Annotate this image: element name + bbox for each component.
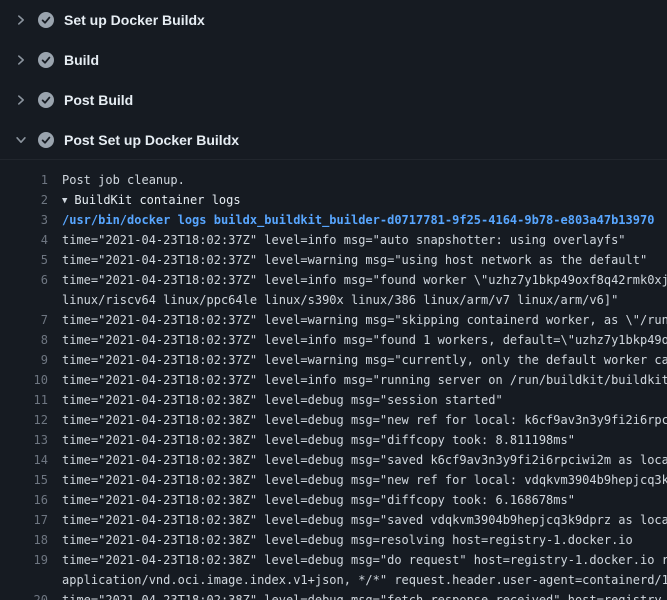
log-line-text: time="2021-04-23T18:02:38Z" level=debug …: [48, 510, 667, 530]
log-line-number[interactable]: 12: [0, 410, 48, 430]
log-line-number[interactable]: 13: [0, 430, 48, 450]
log-line-command: 3/usr/bin/docker logs buildx_buildkit_bu…: [0, 210, 667, 230]
log-line-number[interactable]: 1: [0, 170, 48, 190]
step-header-build[interactable]: Build: [0, 40, 667, 80]
group-title[interactable]: BuildKit container logs: [74, 193, 240, 207]
log-line-text: time="2021-04-23T18:02:38Z" level=debug …: [48, 530, 633, 550]
log-line: 14time="2021-04-23T18:02:38Z" level=debu…: [0, 450, 667, 470]
log-line-number[interactable]: 19: [0, 550, 48, 570]
log-line-text: time="2021-04-23T18:02:38Z" level=debug …: [48, 490, 575, 510]
log-line-text: time="2021-04-23T18:02:38Z" level=debug …: [48, 550, 667, 570]
log-line-number[interactable]: 16: [0, 490, 48, 510]
log-line-number[interactable]: 8: [0, 330, 48, 350]
log-line-number[interactable]: 15: [0, 470, 48, 490]
log-line-text: time="2021-04-23T18:02:37Z" level=info m…: [48, 370, 667, 390]
log-line-text: application/vnd.oci.image.index.v1+json,…: [48, 570, 667, 590]
log-line-number[interactable]: 17: [0, 510, 48, 530]
log-line-text: time="2021-04-23T18:02:37Z" level=info m…: [48, 270, 667, 290]
log-line: 20time="2021-04-23T18:02:38Z" level=debu…: [0, 590, 667, 600]
check-circle-icon: [38, 132, 54, 148]
step-label: Build: [64, 52, 99, 68]
check-circle-icon: [38, 92, 54, 108]
step-label: Post Set up Docker Buildx: [64, 132, 239, 148]
step-header-setup-docker-buildx[interactable]: Set up Docker Buildx: [0, 0, 667, 40]
log-line: 7time="2021-04-23T18:02:37Z" level=warni…: [0, 310, 667, 330]
log-line-continuation: linux/riscv64 linux/ppc64le linux/s390x …: [0, 290, 667, 310]
log-line-number: [0, 290, 48, 310]
log-line-number[interactable]: 9: [0, 350, 48, 370]
log-line-text: linux/riscv64 linux/ppc64le linux/s390x …: [48, 290, 618, 310]
step-header-post-setup-docker-buildx[interactable]: Post Set up Docker Buildx: [0, 120, 667, 160]
log-line: 6time="2021-04-23T18:02:37Z" level=info …: [0, 270, 667, 290]
log-line-text: time="2021-04-23T18:02:37Z" level=warnin…: [48, 350, 667, 370]
log-line-text: time="2021-04-23T18:02:38Z" level=debug …: [48, 410, 667, 430]
log-line-text: time="2021-04-23T18:02:37Z" level=info m…: [48, 230, 626, 250]
step-label: Set up Docker Buildx: [64, 12, 205, 28]
log-line-number[interactable]: 14: [0, 450, 48, 470]
log-viewer: 1Post job cleanup. 2 ▼ BuildKit container …: [0, 160, 667, 600]
log-line: 19time="2021-04-23T18:02:38Z" level=debu…: [0, 550, 667, 570]
log-line-number[interactable]: 4: [0, 230, 48, 250]
log-line: 5time="2021-04-23T18:02:37Z" level=warni…: [0, 250, 667, 270]
log-line-text: /usr/bin/docker logs buildx_buildkit_bui…: [48, 210, 654, 230]
log-line-group[interactable]: 2 ▼ BuildKit container logs: [0, 190, 667, 210]
log-line: 8time="2021-04-23T18:02:37Z" level=info …: [0, 330, 667, 350]
log-line: 15time="2021-04-23T18:02:38Z" level=debu…: [0, 470, 667, 490]
step-list: Set up Docker Buildx Build Post Build Po…: [0, 0, 667, 160]
chevron-right-icon[interactable]: [14, 93, 28, 107]
log-line-text: time="2021-04-23T18:02:37Z" level=warnin…: [48, 310, 667, 330]
chevron-right-icon[interactable]: [14, 53, 28, 67]
log-line-number[interactable]: 7: [0, 310, 48, 330]
log-line: 18time="2021-04-23T18:02:38Z" level=debu…: [0, 530, 667, 550]
log-line-number[interactable]: 10: [0, 370, 48, 390]
log-line: 13time="2021-04-23T18:02:38Z" level=debu…: [0, 430, 667, 450]
log-line-number[interactable]: 20: [0, 590, 48, 600]
log-line: 4time="2021-04-23T18:02:37Z" level=info …: [0, 230, 667, 250]
log-line-text: time="2021-04-23T18:02:38Z" level=debug …: [48, 390, 503, 410]
log-line-text: time="2021-04-23T18:02:38Z" level=debug …: [48, 470, 667, 490]
log-line-text: Post job cleanup.: [48, 170, 185, 190]
log-line-number: [0, 570, 48, 590]
log-line: 10time="2021-04-23T18:02:37Z" level=info…: [0, 370, 667, 390]
log-line-number[interactable]: 2: [0, 190, 48, 210]
log-line-number[interactable]: 18: [0, 530, 48, 550]
log-line-text: time="2021-04-23T18:02:37Z" level=warnin…: [48, 250, 647, 270]
log-line: 12time="2021-04-23T18:02:38Z" level=debu…: [0, 410, 667, 430]
log-line-text: time="2021-04-23T18:02:38Z" level=debug …: [48, 430, 575, 450]
log-line-number[interactable]: 3: [0, 210, 48, 230]
log-line-number[interactable]: 11: [0, 390, 48, 410]
log-line: 1Post job cleanup.: [0, 170, 667, 190]
log-line-number[interactable]: 6: [0, 270, 48, 290]
group-expand-triangle-icon[interactable]: ▼: [62, 191, 67, 210]
check-circle-icon: [38, 52, 54, 68]
log-line-continuation: application/vnd.oci.image.index.v1+json,…: [0, 570, 667, 590]
log-line: 9time="2021-04-23T18:02:37Z" level=warni…: [0, 350, 667, 370]
log-line: 16time="2021-04-23T18:02:38Z" level=debu…: [0, 490, 667, 510]
log-line-text: time="2021-04-23T18:02:38Z" level=debug …: [48, 450, 667, 470]
step-label: Post Build: [64, 92, 133, 108]
log-line: 11time="2021-04-23T18:02:38Z" level=debu…: [0, 390, 667, 410]
chevron-down-icon[interactable]: [14, 133, 28, 147]
step-header-post-build[interactable]: Post Build: [0, 80, 667, 120]
check-circle-icon: [38, 12, 54, 28]
chevron-right-icon[interactable]: [14, 13, 28, 27]
log-line: 17time="2021-04-23T18:02:38Z" level=debu…: [0, 510, 667, 530]
log-line-number[interactable]: 5: [0, 250, 48, 270]
log-line-text: time="2021-04-23T18:02:37Z" level=info m…: [48, 330, 667, 350]
log-line-text: time="2021-04-23T18:02:38Z" level=debug …: [48, 590, 667, 600]
